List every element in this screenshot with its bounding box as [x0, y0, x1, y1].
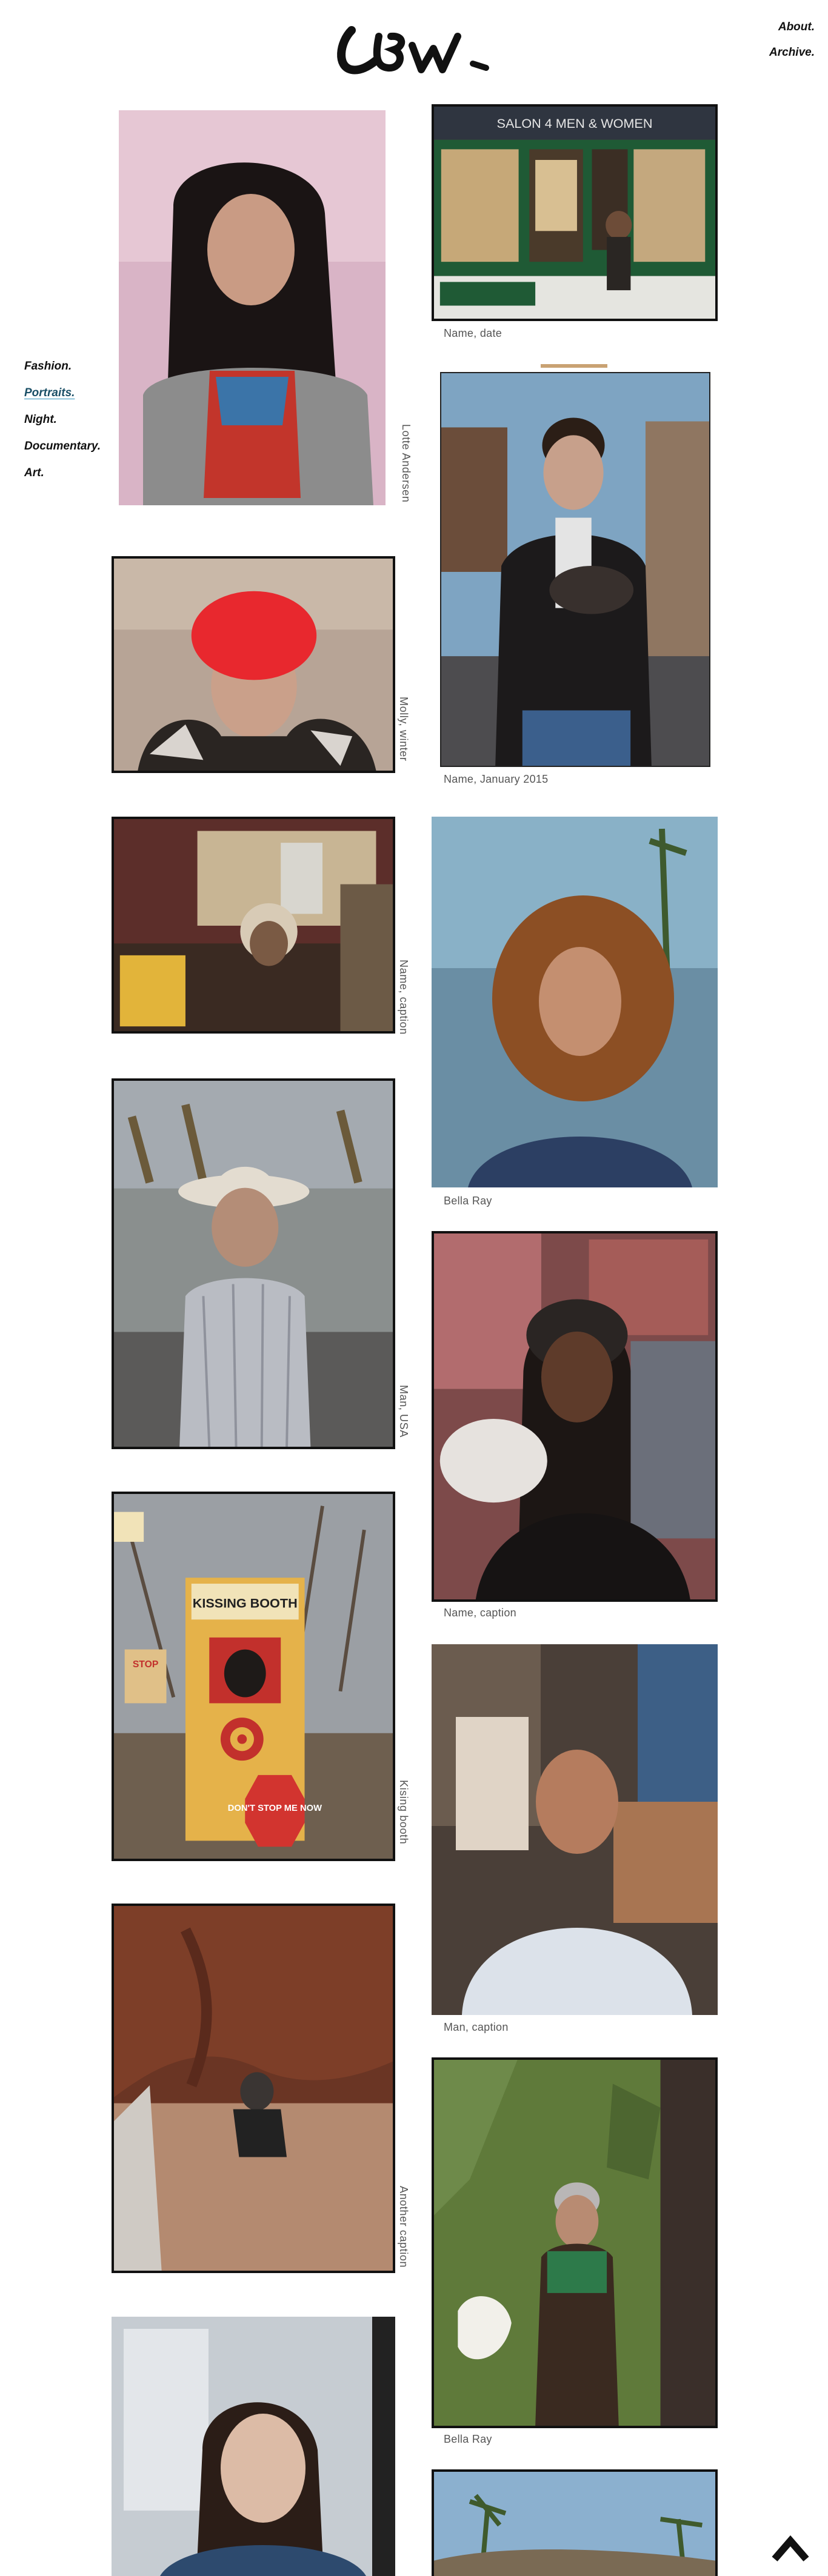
photo-caption: Bella Ray	[444, 1195, 492, 1207]
photo-kissing-booth[interactable]: KISSING BOOTH DON'T STOP ME NOW STOP	[112, 1492, 395, 1861]
nav-about-link[interactable]: About.	[769, 15, 815, 40]
photo-palm-landscape[interactable]	[432, 2469, 718, 2576]
film-edge-mark	[541, 364, 607, 368]
photo-caption: Kising booth	[398, 1780, 410, 1845]
portrait-image	[114, 1906, 393, 2271]
photo-circus-tent[interactable]	[112, 1904, 395, 2273]
photo-caption: Molly, winter	[398, 697, 410, 762]
photo-caption: Name, caption	[444, 1607, 516, 1619]
storefront-sign-text: SALON 4 MEN & WOMEN	[497, 116, 653, 131]
portrait-image	[434, 2060, 715, 2426]
portrait-image	[432, 817, 718, 1187]
photo-caption: Another caption	[398, 2186, 410, 2268]
portrait-image	[432, 1644, 718, 2015]
portrait-image: KISSING BOOTH DON'T STOP ME NOW STOP	[114, 1494, 393, 1859]
photo-caption: Name, January 2015	[444, 773, 549, 785]
portrait-image	[114, 1081, 393, 1447]
portrait-image: SALON 4 MEN & WOMEN	[434, 107, 715, 319]
category-fashion-link[interactable]: Fashion.	[24, 359, 101, 385]
portrait-image	[119, 110, 386, 505]
photo-bald-man[interactable]	[432, 1644, 718, 2015]
photo-woman-street[interactable]	[112, 2317, 395, 2576]
category-documentary-link[interactable]: Documentary.	[24, 439, 101, 465]
photo-braids-woman[interactable]	[432, 1231, 718, 1602]
photo-man-usa[interactable]	[112, 1078, 395, 1449]
site-logo[interactable]	[333, 18, 503, 85]
photo-lotte-andersen[interactable]	[119, 110, 386, 505]
portrait-image	[441, 373, 709, 766]
category-art-link[interactable]: Art.	[24, 465, 101, 492]
category-portraits-link[interactable]: Portraits.	[24, 385, 101, 412]
photo-caption: Lotte Andersen	[400, 424, 412, 503]
small-sign-text: STOP	[133, 1659, 159, 1670]
photo-salon-interior[interactable]	[112, 817, 395, 1034]
photo-caption: Bella Ray	[444, 2433, 492, 2445]
photo-caption: Name, date	[444, 327, 502, 339]
logo-mark	[337, 26, 489, 75]
photo-bella-ray[interactable]	[432, 817, 718, 1187]
stop-sign-text: DON'T STOP ME NOW	[228, 1804, 322, 1813]
nav-archive-link[interactable]: Archive.	[769, 40, 815, 65]
portrait-image	[114, 559, 393, 771]
back-to-top-button[interactable]	[771, 2532, 810, 2563]
booth-sign-text: KISSING BOOTH	[193, 1595, 298, 1610]
portrait-image	[434, 2472, 715, 2576]
portrait-image	[114, 819, 393, 1031]
photo-man-dog[interactable]	[440, 372, 710, 767]
photo-molly-winter[interactable]	[112, 556, 395, 773]
category-nav: Fashion. Portraits. Night. Documentary. …	[24, 359, 101, 492]
top-nav: About. Archive.	[769, 15, 815, 65]
photo-caption: Name, caption	[398, 960, 410, 1035]
portrait-image	[434, 1233, 715, 1599]
chevron-up-icon	[772, 2535, 809, 2561]
portrait-image	[112, 2317, 395, 2576]
category-night-link[interactable]: Night.	[24, 412, 101, 439]
photo-storefront[interactable]: SALON 4 MEN & WOMEN	[432, 104, 718, 321]
photo-green-wall[interactable]	[432, 2057, 718, 2428]
photo-caption: Man, USA	[398, 1385, 410, 1438]
photo-caption: Man, caption	[444, 2021, 509, 2033]
